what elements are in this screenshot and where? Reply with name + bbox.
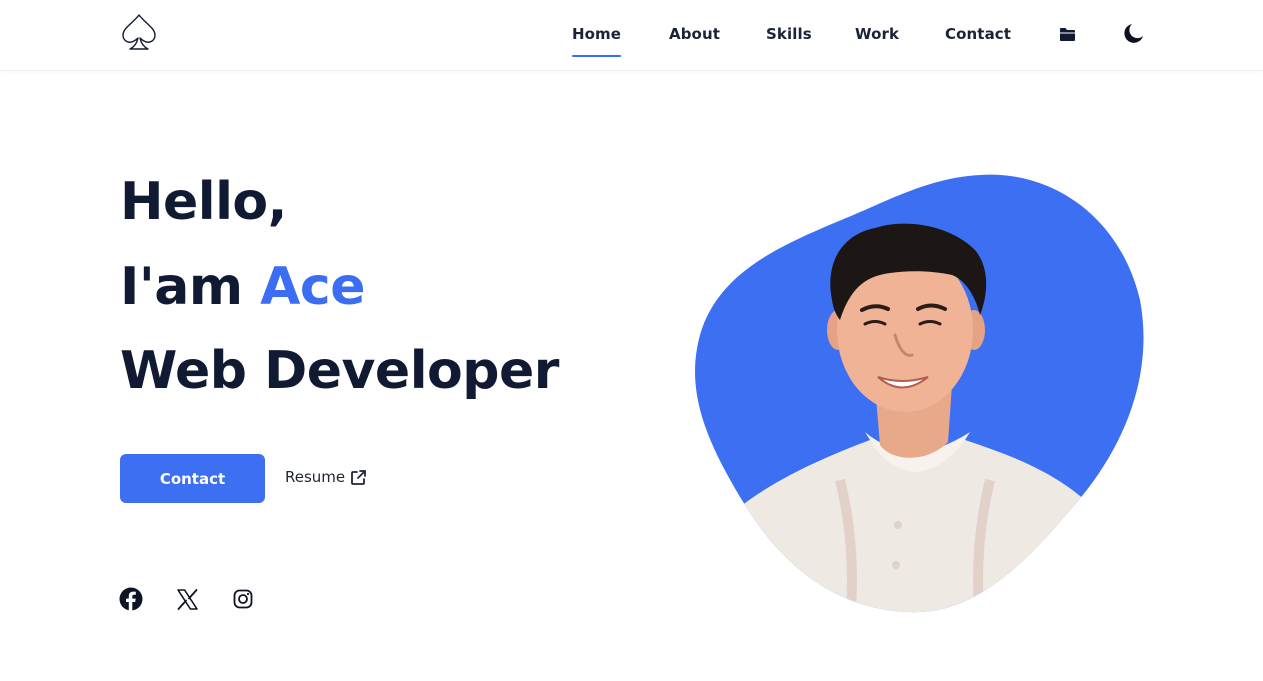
hero-intro-prefix: I'am: [120, 257, 261, 317]
contact-button[interactable]: Contact: [120, 454, 265, 503]
spade-logo-icon[interactable]: [120, 13, 158, 53]
moon-icon[interactable]: [1123, 22, 1145, 44]
instagram-icon[interactable]: [233, 589, 253, 609]
facebook-icon[interactable]: [119, 587, 143, 611]
hero-greeting: Hello,: [120, 172, 287, 232]
nav-work[interactable]: Work: [855, 25, 899, 43]
site-header: Home About Skills Work Contact: [0, 0, 1263, 71]
hero-name: Ace: [260, 257, 365, 317]
profile-portrait: [695, 174, 1144, 613]
nav-contact[interactable]: Contact: [945, 25, 1011, 43]
nav-about[interactable]: About: [669, 25, 720, 43]
resume-link[interactable]: Resume: [285, 468, 367, 486]
nav-skills[interactable]: Skills: [766, 25, 812, 43]
hero-intro: I'am Ace: [120, 261, 365, 313]
x-twitter-icon[interactable]: [176, 588, 199, 611]
resume-link-label: Resume: [285, 468, 346, 486]
hero-role: Web Developer: [120, 341, 559, 401]
external-link-icon: [351, 469, 367, 485]
nav-home[interactable]: Home: [572, 25, 622, 57]
folder-icon[interactable]: [1059, 27, 1076, 42]
